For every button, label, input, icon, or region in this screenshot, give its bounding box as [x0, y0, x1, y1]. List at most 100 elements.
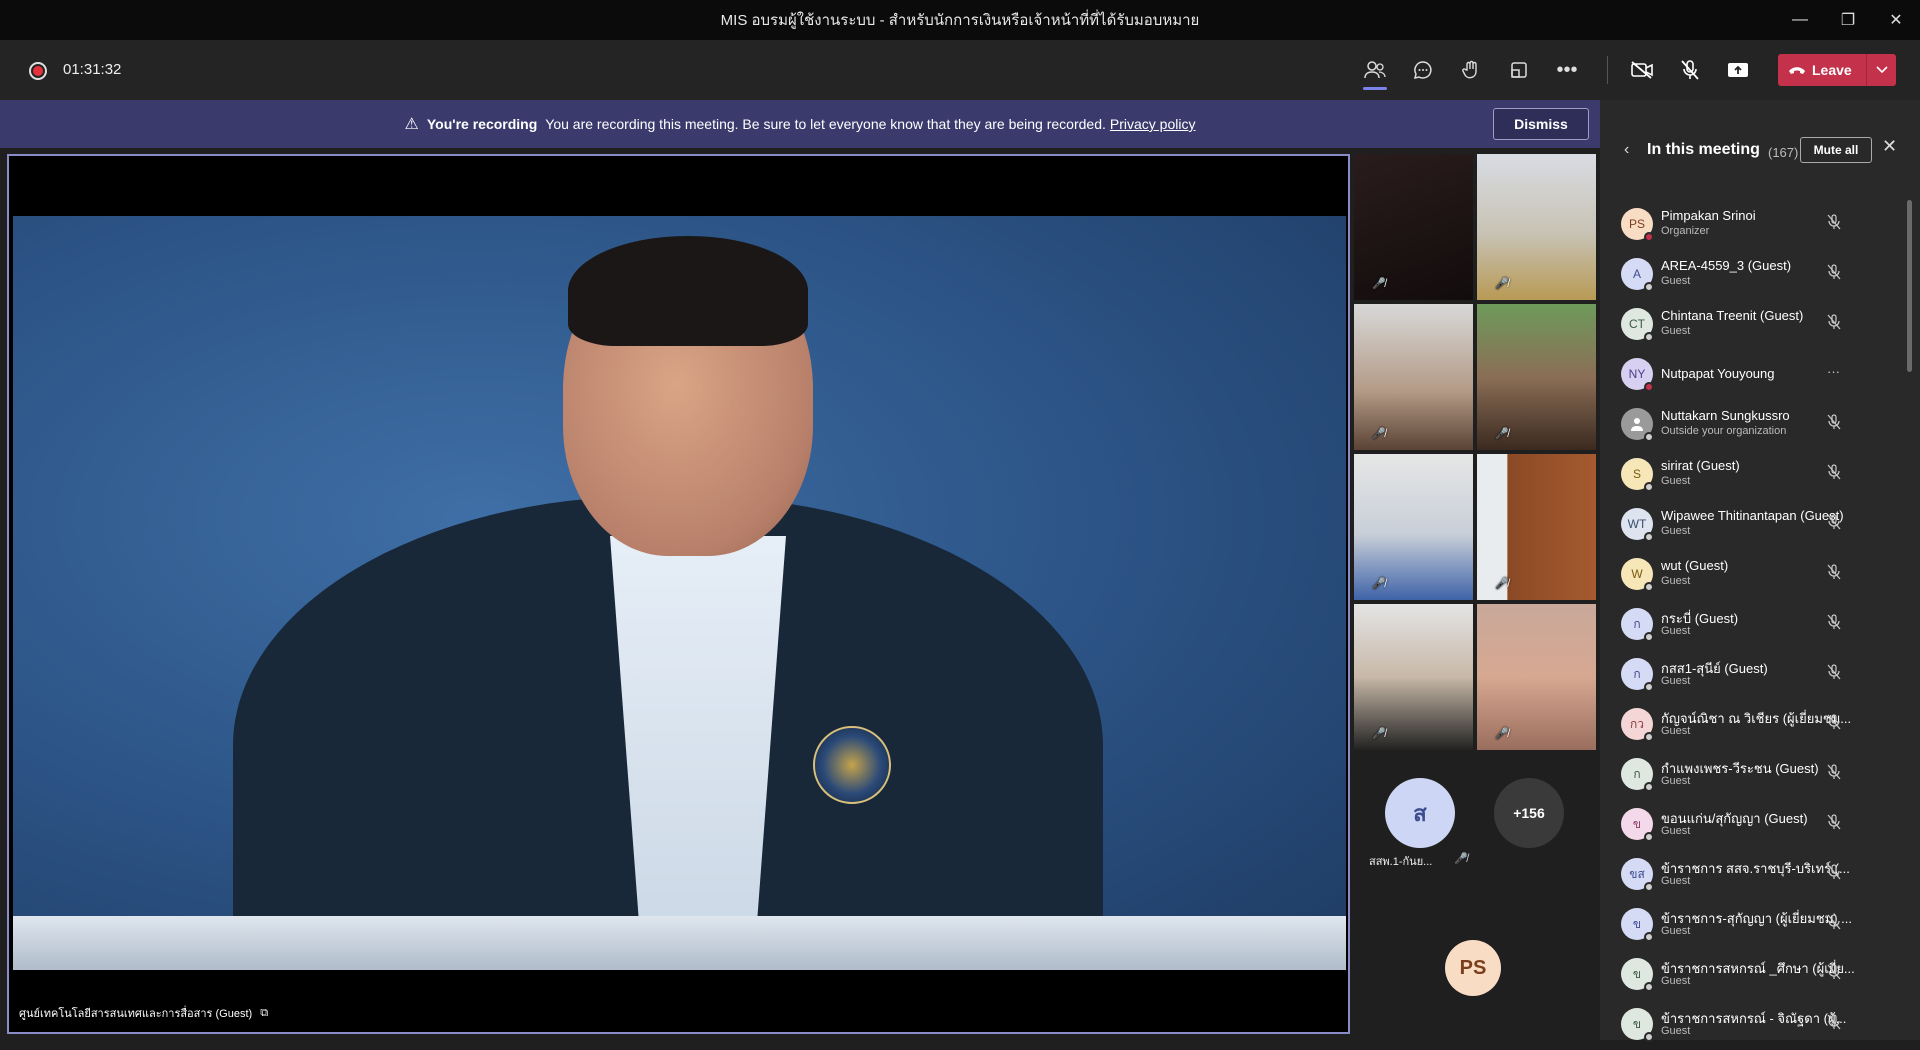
warning-icon: ⚠: [404, 116, 419, 133]
participant-name: sirirat (Guest): [1661, 458, 1740, 473]
minimize-icon[interactable]: —: [1776, 0, 1824, 40]
participant-row[interactable]: Wwut (Guest) Guest: [1600, 550, 1900, 600]
participant-role: Guest: [1661, 1025, 1691, 1037]
participant-row[interactable]: Ssirirat (Guest) Guest: [1600, 450, 1900, 500]
participant-name: Nutpapat Youyoung: [1661, 366, 1775, 381]
camera-off-icon[interactable]: [1622, 50, 1662, 90]
muted-mic-icon: 🎤̸: [1372, 278, 1386, 290]
presence-status-icon: [1644, 932, 1654, 942]
participant-avatar[interactable]: ส: [1385, 778, 1455, 848]
speaker-video: [13, 216, 1346, 970]
participant-row[interactable]: Nuttakarn Sungkussro Outside your organiz…: [1600, 400, 1900, 450]
participant-name: Wipawee Thitinantapan (Guest): [1661, 508, 1844, 523]
leave-dropdown-chevron-icon[interactable]: [1866, 54, 1896, 86]
participant-role: Guest: [1661, 675, 1691, 687]
participant-row[interactable]: A AREA-4559_3 (Guest) Guest: [1600, 250, 1900, 300]
leave-button[interactable]: Leave: [1778, 54, 1896, 86]
participants-panel: ‹ In this meeting (167) Mute all ✕ PS Pim…: [1600, 100, 1920, 1042]
privacy-policy-link[interactable]: Privacy policy: [1110, 116, 1196, 132]
participant-row[interactable]: กกระบี่ (Guest) Guest: [1600, 600, 1900, 650]
muted-mic-icon: 🎤̸: [1454, 853, 1468, 865]
video-tile[interactable]: 🎤̸: [1477, 154, 1596, 300]
more-options-icon[interactable]: ···: [1827, 364, 1840, 379]
restore-icon[interactable]: ❐: [1824, 0, 1872, 40]
participant-row[interactable]: ขข้าราชการสหกรณ์ - จิณัฐดา (ผู้... Guest: [1600, 1000, 1900, 1050]
video-tile[interactable]: 🎤̸: [1354, 154, 1473, 300]
share-screen-icon[interactable]: [1718, 50, 1758, 90]
presence-status-icon: [1644, 532, 1654, 542]
muted-mic-icon: [1827, 914, 1841, 933]
participant-role: Guest: [1661, 725, 1691, 737]
muted-mic-icon: 🎤̸: [1495, 578, 1509, 590]
dismiss-button[interactable]: Dismiss: [1493, 108, 1589, 140]
participant-row[interactable]: กกสส1-สุนีย์ (Guest) Guest: [1600, 650, 1900, 700]
muted-mic-icon: [1827, 814, 1841, 833]
speaker-name: ศูนย์เทคโนโลยีสารสนเทศและการสื่อสาร (Gue…: [19, 1008, 253, 1020]
participant-row[interactable]: WT Wipawee Thitinantapan (Guest) Guest: [1600, 500, 1900, 550]
muted-mic-icon: [1827, 764, 1841, 783]
meeting-timer: 01:31:32: [63, 61, 122, 78]
participant-row[interactable]: CT Chintana Treenit (Guest) Guest: [1600, 300, 1900, 350]
video-tile[interactable]: 🎤̸: [1477, 304, 1596, 450]
toolbar-divider: [1607, 56, 1608, 84]
participant-name: Nuttakarn Sungkussro: [1661, 408, 1790, 423]
muted-mic-icon: [1827, 464, 1841, 483]
participant-role: Guest: [1661, 775, 1691, 787]
presence-status-icon: [1644, 1032, 1654, 1042]
presence-status-icon: [1644, 232, 1654, 242]
video-tile[interactable]: 🎤̸: [1477, 454, 1596, 600]
participant-row[interactable]: ขขอนแก่น/สุกัญญา (Guest) Guest: [1600, 800, 1900, 850]
muted-mic-icon: 🎤̸: [1495, 728, 1509, 740]
muted-mic-icon: [1827, 264, 1841, 283]
participant-list: PS Pimpakan Srinoi Organizer A AREA-4559_3 (…: [1600, 200, 1900, 1050]
presence-status-icon: [1644, 432, 1654, 442]
video-tile[interactable]: 🎤̸: [1354, 454, 1473, 600]
muted-mic-icon: 🎤̸: [1372, 728, 1386, 740]
window-title: MIS อบรมผู้ใช้งานระบบ - สำหรับนักการเงิน…: [720, 12, 1200, 29]
participant-role: Guest: [1661, 275, 1691, 287]
muted-mic-icon: [1827, 664, 1841, 683]
close-window-icon[interactable]: ✕: [1872, 0, 1920, 40]
participant-row[interactable]: กว กัญจน์ณิชา ณ วิเชียร (ผู้เยี่ยมชม... Gu…: [1600, 700, 1900, 750]
muted-mic-icon: [1827, 864, 1841, 883]
muted-mic-icon: 🎤̸: [1372, 428, 1386, 440]
muted-mic-icon: [1827, 214, 1841, 233]
video-tile[interactable]: 🎤̸: [1354, 304, 1473, 450]
presence-status-icon: [1644, 782, 1654, 792]
back-chevron-icon[interactable]: ‹: [1624, 141, 1629, 159]
participant-role: Guest: [1661, 975, 1691, 987]
video-tile[interactable]: 🎤̸: [1354, 604, 1473, 750]
raise-hand-icon[interactable]: [1451, 50, 1491, 90]
overflow-participants-button[interactable]: +156: [1494, 778, 1564, 848]
participant-role: Guest: [1661, 475, 1691, 487]
more-actions-icon[interactable]: •••: [1547, 50, 1587, 90]
participant-row[interactable]: กกำแพงเพชร-วีระชน (Guest) Guest: [1600, 750, 1900, 800]
muted-mic-icon: [1827, 514, 1841, 533]
mic-off-icon[interactable]: [1670, 50, 1710, 90]
recording-icon: [29, 62, 47, 80]
participant-row[interactable]: NY Nutpapat Youyoung ···: [1600, 350, 1900, 400]
participant-row[interactable]: ขส ข้าราชการ สสจ.ราชบุรี-บริเทร์ (... Gues…: [1600, 850, 1900, 900]
panel-scrollbar[interactable]: [1907, 200, 1912, 372]
muted-mic-icon: [1827, 314, 1841, 333]
banner-title: You're recording: [426, 116, 538, 132]
presence-status-icon: [1644, 982, 1654, 992]
chat-icon[interactable]: [1403, 50, 1443, 90]
participant-name: AREA-4559_3 (Guest): [1661, 258, 1792, 273]
close-panel-icon[interactable]: ✕: [1882, 136, 1897, 157]
participant-row[interactable]: ขข้าราชการสหกรณ์ _ศึกษา (ผู้เยี่ย... Gues…: [1600, 950, 1900, 1000]
self-avatar[interactable]: PS: [1445, 940, 1501, 996]
video-tile[interactable]: 🎤̸: [1477, 604, 1596, 750]
participant-row[interactable]: ขข้าราชการ-สุกัญญา (ผู้เยี่ยมชม) ... Gues…: [1600, 900, 1900, 950]
rooms-icon[interactable]: [1499, 50, 1539, 90]
mute-all-button[interactable]: Mute all: [1800, 137, 1872, 163]
presence-status-icon: [1644, 582, 1654, 592]
participant-row[interactable]: PS Pimpakan Srinoi Organizer: [1600, 200, 1900, 250]
participants-icon[interactable]: [1355, 50, 1395, 90]
speaker-caption: ศูนย์เทคโนโลยีสารสนเทศและการสื่อสาร (Gue…: [19, 1004, 268, 1022]
presence-status-icon: [1644, 482, 1654, 492]
participant-role: Organizer: [1661, 225, 1710, 237]
main-video-tile[interactable]: ศูนย์เทคโนโลยีสารสนเทศและการสื่อสาร (Gue…: [7, 154, 1350, 1034]
participant-role: Guest: [1661, 525, 1691, 537]
participant-name: Chintana Treenit (Guest): [1661, 308, 1804, 323]
